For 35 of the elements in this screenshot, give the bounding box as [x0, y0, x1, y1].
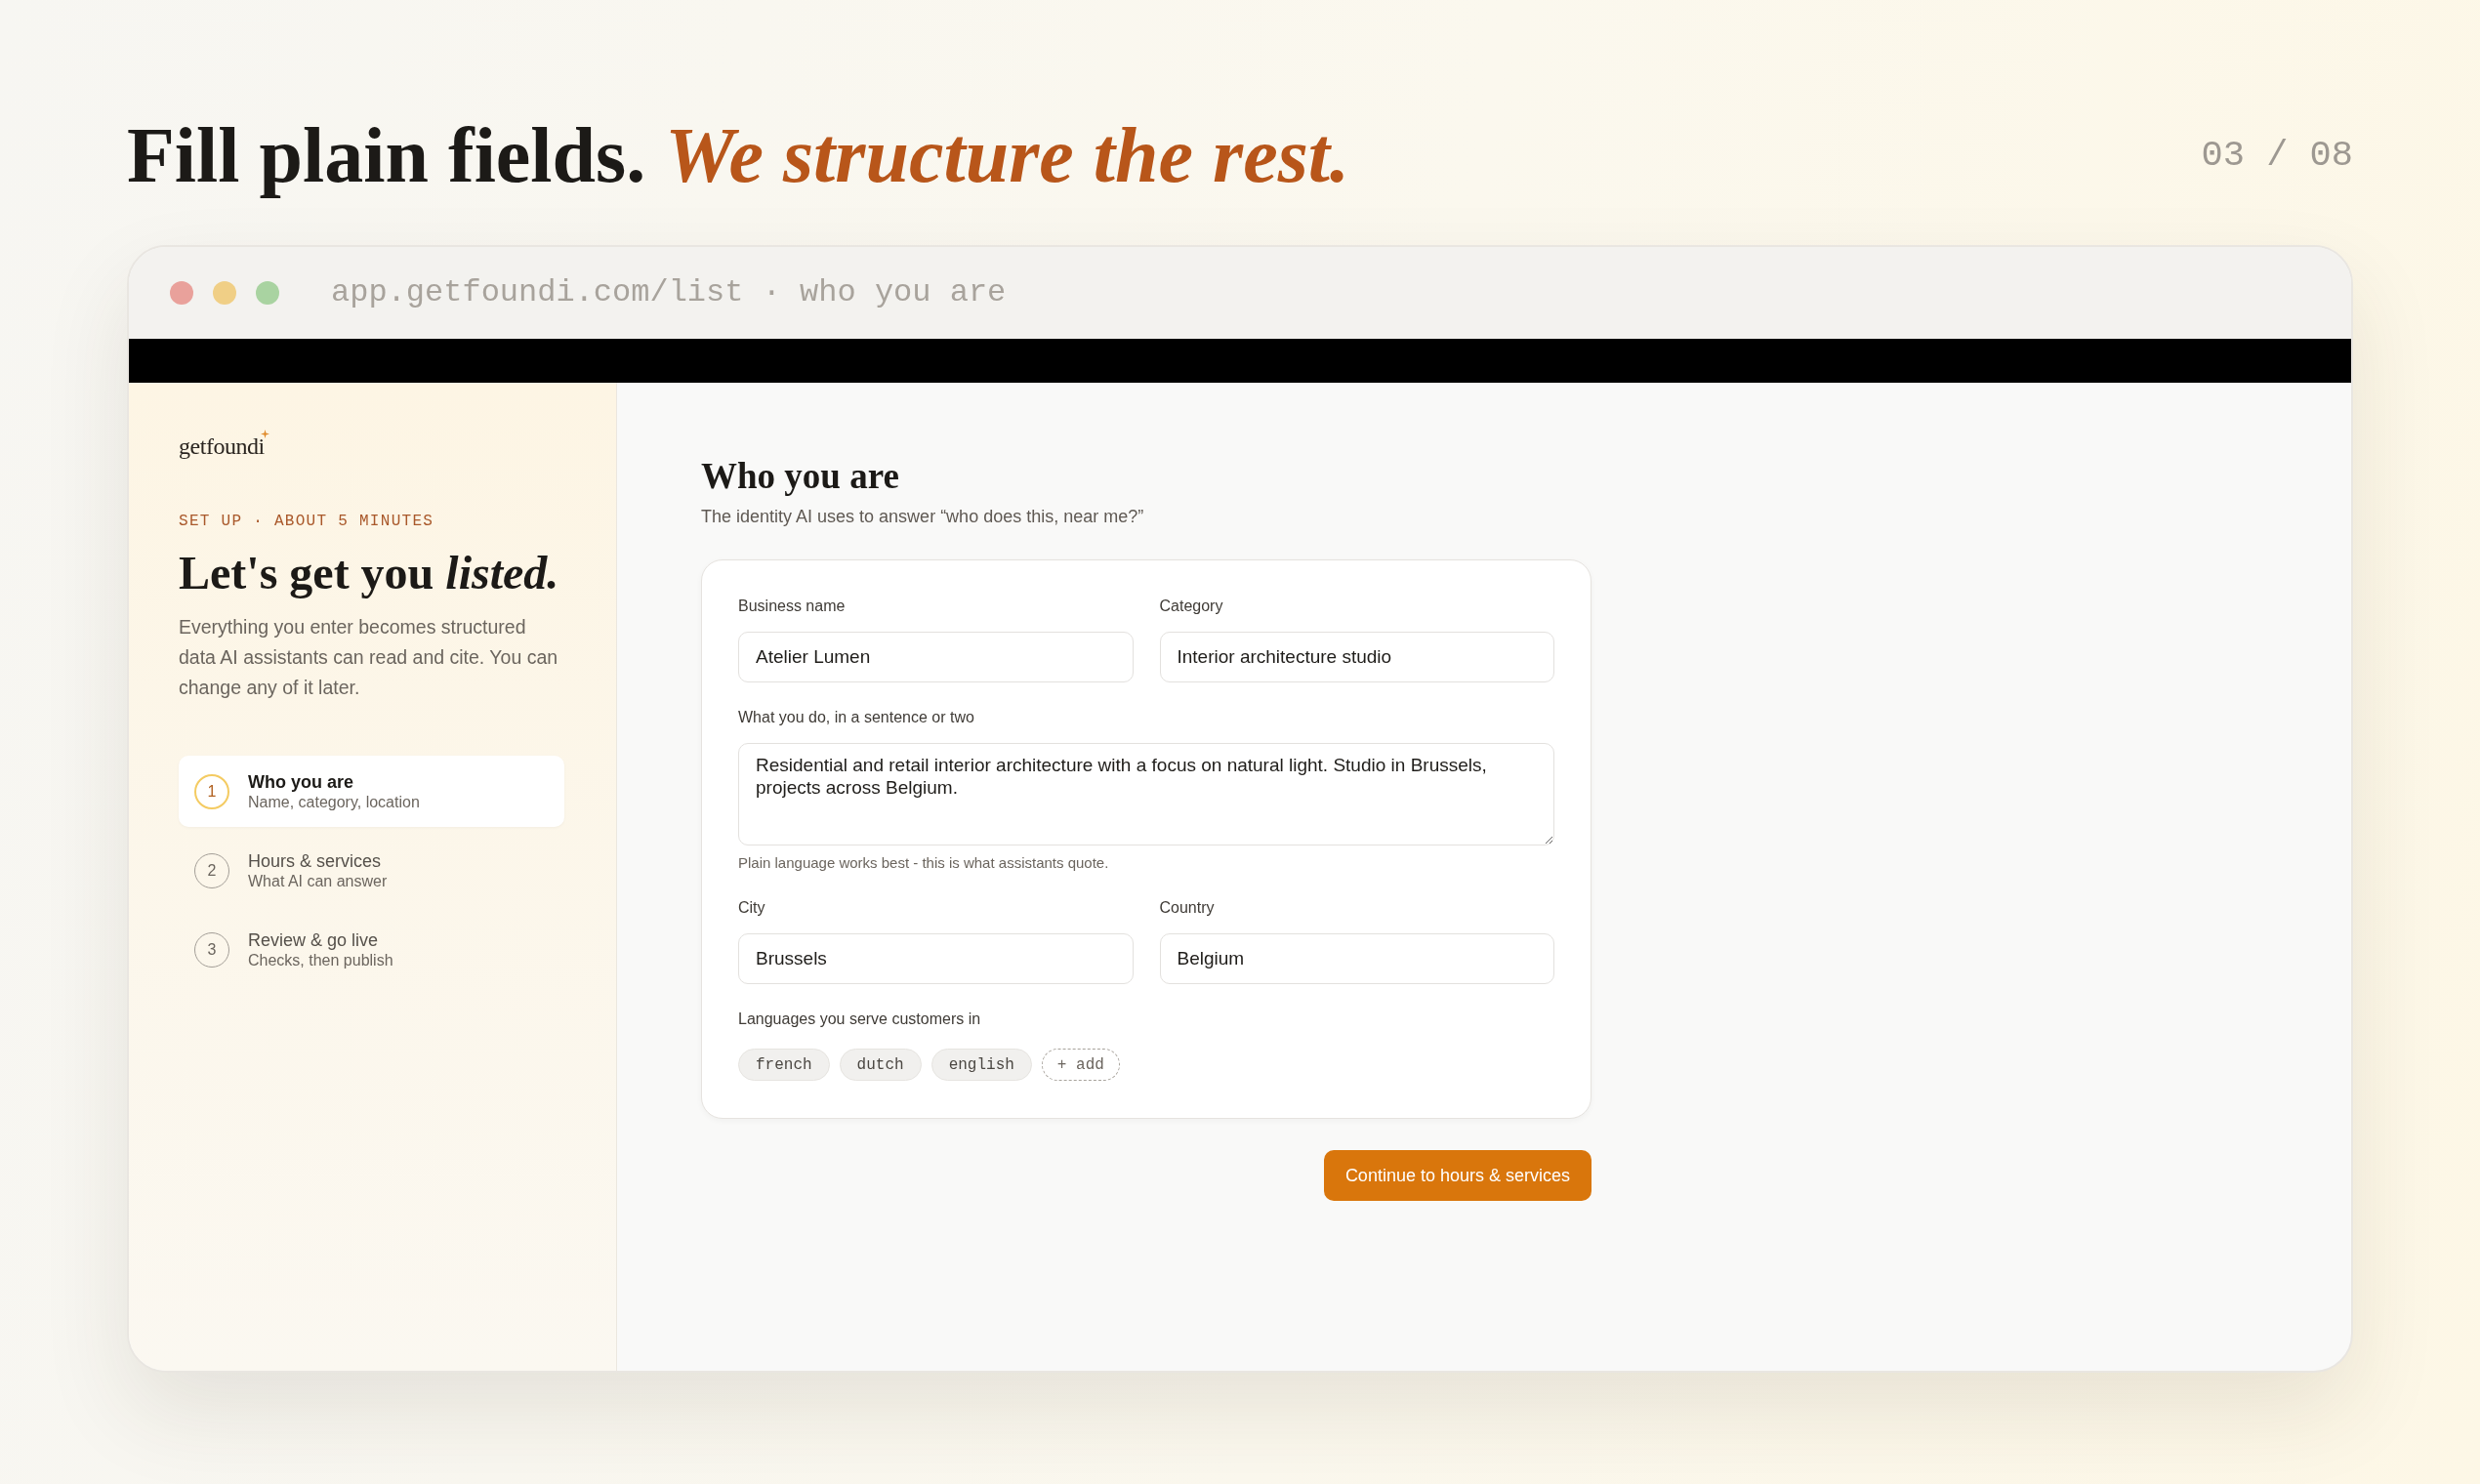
field-hint: Plain language works best - this is what assistants quote. — [738, 853, 1110, 873]
field-label: What you do, in a sentence or two — [738, 708, 975, 727]
section-heading: Who you are — [701, 455, 900, 498]
page-headline: Fill plain fields. We structure the rest. — [127, 114, 1349, 196]
step-title: Who you are — [248, 770, 354, 793]
text-input[interactable]: Atelier Lumen — [738, 632, 1134, 682]
language-tag[interactable]: english — [930, 1049, 1032, 1081]
step-item[interactable]: 3 Review & go live Checks, then publish — [179, 914, 564, 985]
slide-counter: 03 / 08 — [2201, 134, 2353, 177]
eyebrow-text: SET UP · ABOUT 5 MINUTES — [179, 514, 435, 529]
field-label: Country — [1159, 898, 1216, 918]
sparkle-icon — [260, 430, 269, 438]
step-subtitle: Name, category, location — [248, 792, 420, 812]
step-title: Hours & services — [248, 849, 383, 872]
step-item[interactable]: 2 Hours & services What AI can answer — [179, 835, 564, 906]
step-number: 1 — [194, 773, 229, 809]
text-input[interactable]: Interior architecture studio — [1159, 632, 1554, 682]
language-tag[interactable]: french — [738, 1049, 830, 1081]
step-subtitle: Checks, then publish — [248, 950, 393, 970]
field-label: City — [738, 898, 766, 918]
logo-text: getfoundi — [179, 434, 265, 458]
language-tag[interactable]: dutch — [839, 1049, 922, 1081]
text-input[interactable]: Brussels — [738, 933, 1134, 984]
field-label: Languages you serve customers in — [738, 1010, 982, 1029]
text-input[interactable]: Belgium — [1159, 933, 1554, 984]
url-text: app.getfoundi.com/list · who you are — [331, 273, 1007, 312]
intro-paragraph: Everything you enter becomes structured data AI assistants can read and cite. You can change any of it later. — [179, 615, 559, 700]
step-item[interactable]: 1 Who you are Name, category, location — [179, 756, 564, 827]
step-title: Review & go live — [248, 928, 380, 951]
step-subtitle: What AI can answer — [248, 871, 388, 891]
sidebar-heading: Let's get you listed. — [179, 547, 560, 598]
description-textarea[interactable]: Residential and retail interior architecture with a focus on natural light. Studio in Brussels, projects across Belgium. — [738, 743, 1554, 845]
section-subtitle: The identity AI uses to answer “who does this, near me?” — [701, 506, 1145, 528]
field-label: Business name — [738, 597, 847, 616]
field-label: Category — [1159, 597, 1224, 616]
